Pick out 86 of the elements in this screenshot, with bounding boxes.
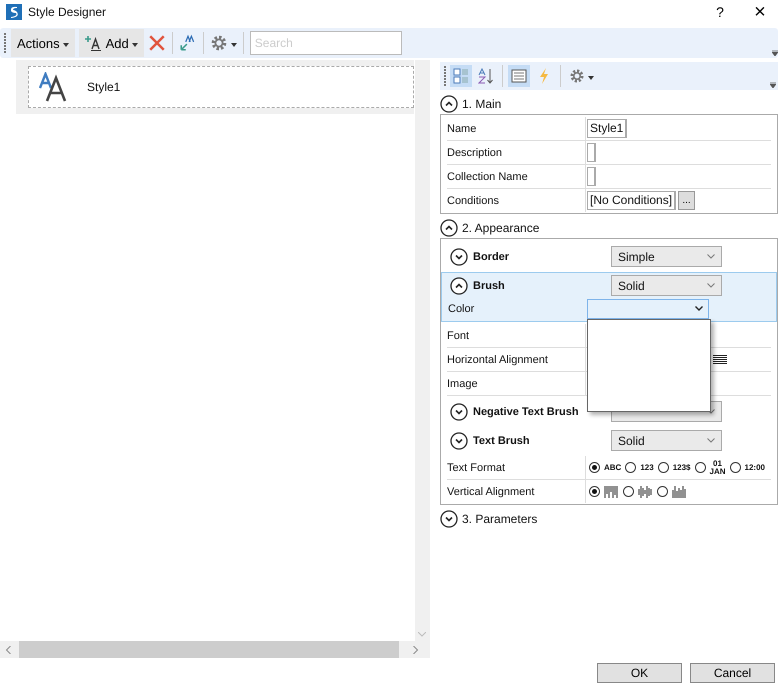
expand-icon bbox=[450, 248, 468, 266]
expand-icon bbox=[440, 510, 458, 528]
property-label: Border bbox=[473, 250, 510, 262]
bottom-align-icon bbox=[672, 486, 687, 498]
properties-button[interactable] bbox=[508, 65, 530, 87]
property-label: Negative Text Brush bbox=[473, 406, 579, 418]
dropdown[interactable]: Solid bbox=[611, 275, 722, 296]
scroll-right-icon[interactable] bbox=[411, 646, 419, 654]
radio-button[interactable] bbox=[589, 486, 600, 497]
value-field[interactable]: Style1 bbox=[587, 119, 628, 138]
browse-button[interactable]: ... bbox=[678, 191, 696, 210]
caret-icon bbox=[62, 42, 69, 46]
collapse-icon bbox=[440, 95, 458, 113]
caret-icon bbox=[230, 42, 237, 46]
actions-button[interactable]: Actions bbox=[11, 29, 75, 57]
format-label: 12:00 bbox=[744, 464, 765, 472]
property-label: Image bbox=[447, 372, 586, 395]
property-label: Description bbox=[447, 141, 586, 164]
expand-icon bbox=[450, 432, 468, 450]
dropdown[interactable]: Solid bbox=[611, 430, 722, 451]
property-group-toggle[interactable]: Negative Text Brush bbox=[448, 402, 611, 420]
radio-button[interactable] bbox=[694, 462, 706, 473]
property-label: Text Brush bbox=[473, 434, 530, 446]
property-label: Font bbox=[447, 324, 586, 347]
property-label: Name bbox=[447, 117, 586, 140]
property-label: Color bbox=[448, 302, 476, 316]
settings-button[interactable] bbox=[210, 34, 237, 52]
format-label: 01 JAN bbox=[710, 460, 726, 476]
settings-icon bbox=[569, 68, 585, 84]
close-button[interactable]: × bbox=[740, 0, 780, 24]
add-button[interactable]: Add bbox=[78, 29, 144, 57]
grip-icon[interactable] bbox=[4, 33, 7, 53]
radio-button[interactable] bbox=[730, 462, 740, 473]
property-label: Brush bbox=[473, 280, 505, 292]
property-label: Conditions bbox=[447, 189, 586, 212]
style-swap-icon[interactable] bbox=[178, 34, 197, 52]
overflow-icon[interactable] bbox=[770, 82, 776, 88]
dropdown-list[interactable] bbox=[587, 318, 711, 412]
expand-icon bbox=[450, 402, 468, 420]
help-button[interactable]: ? bbox=[700, 0, 740, 24]
radio-button[interactable] bbox=[657, 486, 668, 497]
caret-icon bbox=[132, 42, 138, 46]
radio-button[interactable] bbox=[625, 462, 636, 473]
scroll-left-icon[interactable] bbox=[5, 646, 13, 654]
property-group-toggle[interactable]: Border bbox=[448, 248, 611, 266]
window-title: Style Designer bbox=[28, 5, 106, 19]
value-field[interactable] bbox=[587, 143, 596, 162]
value-field[interactable] bbox=[587, 167, 596, 186]
format-label: 123 bbox=[640, 464, 654, 472]
section-header[interactable]: 3. Parameters bbox=[440, 509, 778, 529]
section-header[interactable]: 1. Main bbox=[440, 94, 778, 114]
collapse-icon bbox=[450, 276, 468, 294]
radio-button[interactable] bbox=[589, 462, 600, 473]
collapse-icon bbox=[440, 219, 458, 237]
property-group-toggle[interactable]: Text Brush bbox=[448, 432, 611, 450]
list-icon bbox=[511, 68, 527, 84]
radio-button[interactable] bbox=[658, 462, 669, 473]
horizontal-scrollbar[interactable] bbox=[0, 641, 430, 658]
radio-button[interactable] bbox=[623, 486, 634, 497]
categorized-button[interactable] bbox=[450, 65, 472, 87]
categorized-icon bbox=[453, 68, 469, 84]
caret-icon bbox=[588, 76, 594, 80]
ok-button[interactable]: OK bbox=[597, 663, 682, 683]
vertical-scrollbar[interactable] bbox=[415, 60, 430, 641]
overflow-icon[interactable] bbox=[772, 50, 778, 56]
add-style-icon bbox=[84, 35, 103, 51]
property-label: Text Format bbox=[447, 456, 586, 479]
property-label: Horizontal Alignment bbox=[447, 348, 586, 371]
grip-icon[interactable] bbox=[444, 66, 447, 86]
section-header[interactable]: 2. Appearance bbox=[440, 218, 778, 238]
value-field[interactable]: [No Conditions] bbox=[587, 191, 676, 210]
justify-icon[interactable] bbox=[713, 354, 727, 364]
cancel-button[interactable]: Cancel bbox=[690, 663, 775, 683]
center-align-icon bbox=[638, 486, 653, 498]
property-group-toggle[interactable]: Brush bbox=[448, 276, 611, 294]
delete-icon[interactable] bbox=[148, 34, 166, 52]
settings-icon bbox=[210, 34, 228, 52]
format-label: 123$ bbox=[672, 464, 690, 472]
property-label: Collection Name bbox=[447, 165, 586, 188]
top-align-icon bbox=[604, 486, 619, 498]
format-label: ABC bbox=[604, 464, 622, 472]
style-item[interactable]: Style1 bbox=[28, 66, 414, 108]
dropdown[interactable]: Simple bbox=[611, 246, 722, 267]
property-label: Vertical Alignment bbox=[447, 480, 586, 503]
app-logo-icon bbox=[6, 4, 22, 20]
sort-icon bbox=[478, 68, 494, 84]
